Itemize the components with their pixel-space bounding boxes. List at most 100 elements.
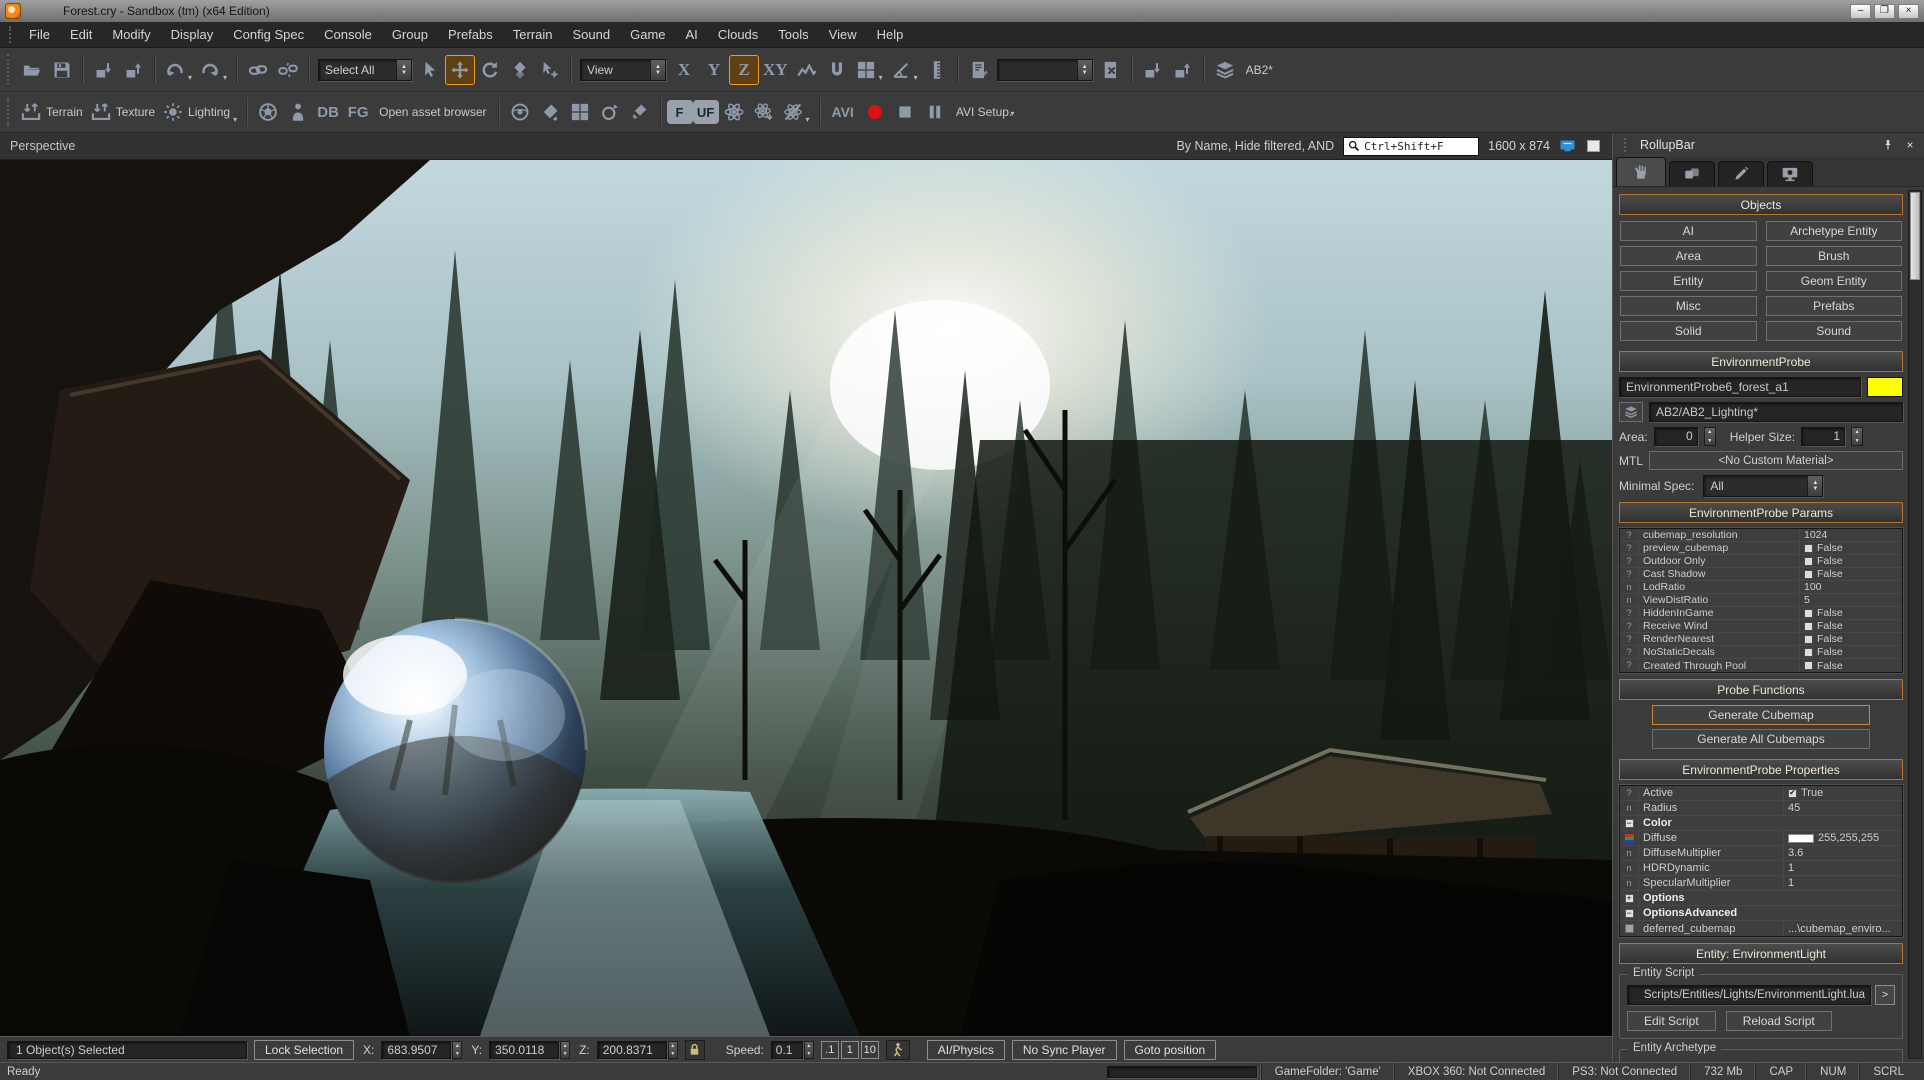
object-type-archetype-entity[interactable]: Archetype Entity — [1765, 221, 1902, 241]
object-type-misc[interactable]: Misc — [1620, 296, 1757, 316]
rollup-pencil-tab[interactable] — [1718, 161, 1764, 186]
area-field[interactable]: 0 — [1653, 427, 1698, 446]
menu-display[interactable]: Display — [161, 23, 224, 46]
close-panel-icon[interactable]: × — [1902, 137, 1918, 153]
table-row[interactable]: ? NoStaticDecals False — [1620, 646, 1902, 659]
character-editor-button[interactable] — [283, 97, 313, 127]
minimize-button[interactable]: – — [1850, 3, 1871, 19]
constrain-y-button[interactable]: Y — [699, 55, 729, 85]
object-type-solid[interactable]: Solid — [1620, 321, 1757, 341]
coordinate-system-combo[interactable]: View ▲ ▼ — [580, 58, 667, 81]
probe-color-swatch[interactable] — [1867, 377, 1903, 397]
checkbox-unchecked-icon[interactable] — [1804, 621, 1813, 631]
speed-preset-1[interactable]: .1 — [820, 1040, 839, 1059]
dropdown-caret-icon[interactable]: ▾ — [1010, 109, 1014, 118]
avi-record-button[interactable] — [860, 97, 890, 127]
follow-terrain-button[interactable] — [792, 55, 822, 85]
named-selection-save-button[interactable] — [964, 55, 994, 85]
table-row[interactable]: n SpecularMultiplier 1 — [1620, 876, 1902, 891]
menu-console[interactable]: Console — [314, 23, 382, 46]
param-value[interactable]: False — [1800, 633, 1902, 645]
menu-edit[interactable]: Edit — [60, 23, 102, 46]
dropdown-caret-icon[interactable]: ▾ — [233, 115, 237, 124]
param-value[interactable]: 3.6 — [1784, 847, 1902, 859]
checkbox-unchecked-icon[interactable] — [1804, 647, 1813, 657]
physics-get-state-button[interactable] — [719, 97, 749, 127]
param-value[interactable]: False — [1800, 607, 1902, 619]
ai-physics-button[interactable]: AI/Physics — [926, 1039, 1005, 1060]
avi-setup-button[interactable]: AVI Setup.▾ — [950, 105, 1021, 119]
combo-spinner-icon[interactable]: ▲ ▼ — [1807, 476, 1823, 496]
maximize-button[interactable]: ❐ — [1874, 3, 1895, 19]
object-type-sound[interactable]: Sound — [1765, 321, 1902, 341]
y-coordinate-field[interactable]: 350.0118 — [489, 1040, 560, 1059]
named-selection-delete-button[interactable] — [1096, 55, 1126, 85]
menu-config-spec[interactable]: Config Spec — [223, 23, 314, 46]
menu-view[interactable]: View — [819, 23, 867, 46]
scrollbar-thumb[interactable] — [1910, 192, 1920, 280]
x-coordinate-field[interactable]: 683.9507 — [381, 1040, 452, 1059]
edit-script-button[interactable]: Edit Script — [1627, 1011, 1716, 1031]
probe-layer-field[interactable]: AB2/AB2_Lighting* — [1649, 402, 1903, 422]
checkbox-unchecked-icon[interactable] — [1804, 634, 1813, 644]
table-row[interactable]: n LodRatio 100 — [1620, 581, 1902, 594]
helper-size-spinner[interactable]: ▲ ▼ — [1851, 427, 1864, 446]
grid-snapping-button[interactable]: ▾ — [852, 55, 887, 85]
table-row[interactable]: n Radius 45 — [1620, 801, 1902, 816]
table-row[interactable]: − OptionsAdvanced — [1620, 906, 1902, 921]
search-input[interactable]: Ctrl+Shift+F — [1343, 136, 1480, 156]
physics-reset-state-button[interactable] — [749, 97, 779, 127]
unfreeze-all-button[interactable]: UF — [692, 100, 719, 124]
menu-help[interactable]: Help — [867, 23, 914, 46]
table-row[interactable]: ? cubemap_resolution 1024 — [1620, 529, 1902, 542]
object-type-prefabs[interactable]: Prefabs — [1765, 296, 1902, 316]
environmentprobe-section-header[interactable]: EnvironmentProbe — [1619, 351, 1903, 372]
walk-mode-icon[interactable] — [885, 1039, 910, 1060]
table-row[interactable]: deferred_cubemap ...\cubemap_enviro... — [1620, 921, 1902, 936]
checkbox-unchecked-icon[interactable] — [1804, 543, 1813, 553]
param-value[interactable]: False — [1800, 620, 1902, 632]
speed-field[interactable]: 0.1 — [770, 1040, 803, 1059]
angle-snapping-button[interactable]: ▾ — [887, 55, 922, 85]
open-asset-browser-button[interactable]: Open asset browser — [373, 105, 492, 119]
collapse-icon[interactable]: − — [1624, 908, 1634, 918]
combo-spinner-icon[interactable]: ▲ ▼ — [650, 59, 666, 80]
dropdown-caret-icon[interactable]: ▾ — [223, 73, 227, 82]
undo-button[interactable]: ▾ — [161, 55, 196, 85]
vertex-snapping-button[interactable] — [822, 55, 852, 85]
redo-button[interactable]: ▾ — [196, 55, 231, 85]
menu-ai[interactable]: AI — [676, 23, 708, 46]
combo-spinner-icon[interactable]: ▲ ▼ — [1076, 59, 1092, 80]
object-paint-button[interactable] — [535, 97, 565, 127]
select-tool-button[interactable] — [415, 55, 445, 85]
import-object-button[interactable] — [119, 55, 149, 85]
constrain-z-button[interactable]: Z — [729, 54, 760, 85]
lock-selection-button[interactable]: Lock Selection — [254, 1039, 355, 1060]
material-editor-button[interactable] — [505, 97, 535, 127]
viewport-settings-icon[interactable] — [1585, 138, 1602, 154]
menu-sound[interactable]: Sound — [563, 23, 621, 46]
y-spinner[interactable]: ▲ ▼ — [560, 1040, 571, 1059]
probe-functions-section-header[interactable]: Probe Functions — [1619, 679, 1903, 700]
ruler-button[interactable] — [922, 55, 952, 85]
probe-params-section-header[interactable]: EnvironmentProbe Params — [1619, 502, 1903, 523]
rollup-hand-tab[interactable] — [1616, 157, 1666, 186]
menu-game[interactable]: Game — [620, 23, 675, 46]
table-row[interactable]: ? Created Through Pool False — [1620, 659, 1902, 672]
checkbox-unchecked-icon[interactable] — [1804, 556, 1813, 566]
z-spinner[interactable]: ▲ ▼ — [667, 1040, 678, 1059]
x-spinner[interactable]: ▲ ▼ — [452, 1040, 463, 1059]
menu-tools[interactable]: Tools — [768, 23, 818, 46]
viewport-canvas[interactable] — [0, 160, 1612, 1036]
selection-mask-combo[interactable]: Select All ▲ ▼ — [318, 58, 413, 81]
menu-clouds[interactable]: Clouds — [708, 23, 768, 46]
link-objects-button[interactable] — [243, 55, 273, 85]
rotate-tool-button[interactable] — [475, 55, 505, 85]
export-object-button[interactable] — [89, 55, 119, 85]
close-button[interactable]: × — [1898, 3, 1919, 19]
custom-material-button[interactable]: <No Custom Material> — [1649, 451, 1903, 470]
table-row[interactable]: − Color — [1620, 816, 1902, 831]
dropdown-caret-icon[interactable]: ▾ — [879, 73, 883, 82]
z-coordinate-field[interactable]: 200.8371 — [596, 1040, 667, 1059]
physics-simulate-button[interactable]: ▾ — [779, 97, 814, 127]
